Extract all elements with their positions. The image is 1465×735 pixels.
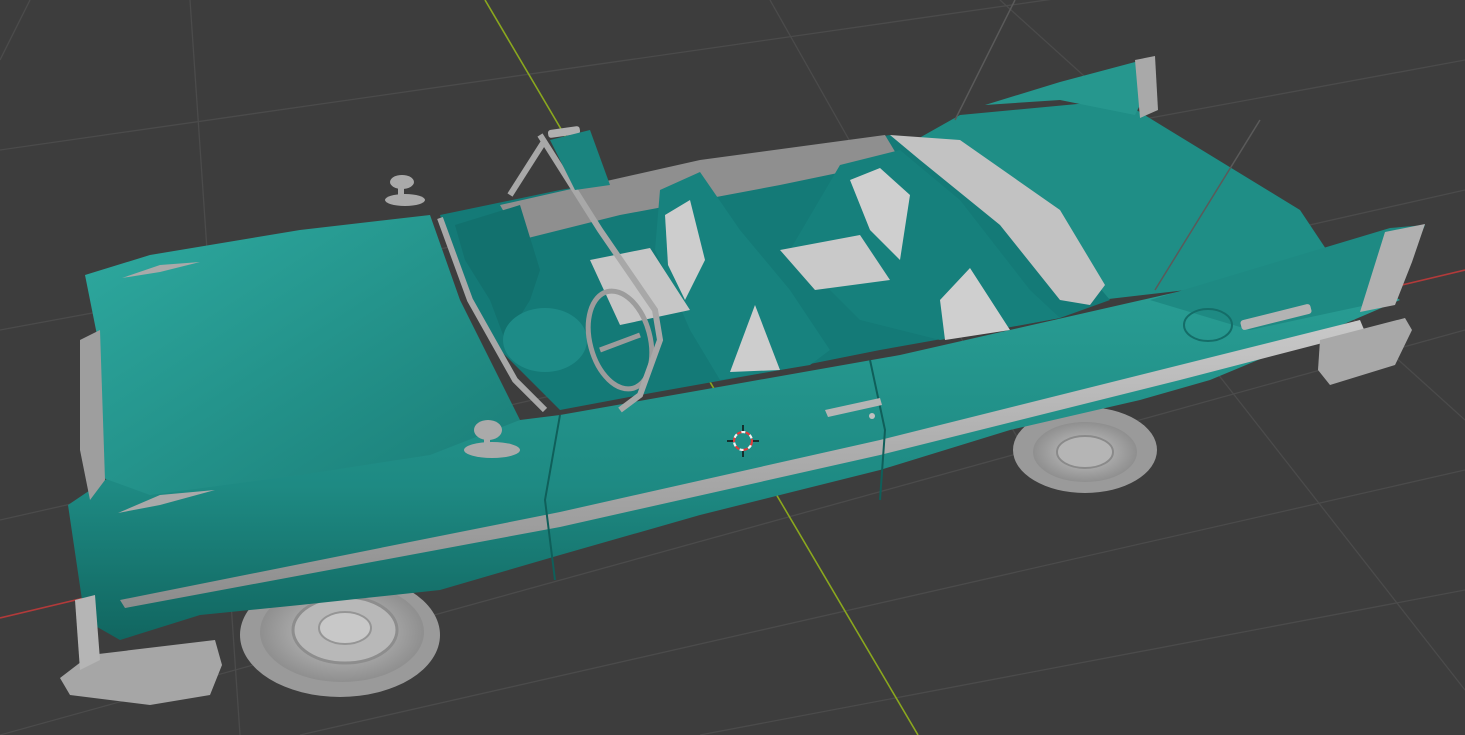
3d-viewport[interactable]	[0, 0, 1465, 735]
viewport-canvas[interactable]	[0, 0, 1465, 735]
side-mirror-left[interactable]	[385, 175, 425, 206]
steering-column	[503, 308, 587, 372]
